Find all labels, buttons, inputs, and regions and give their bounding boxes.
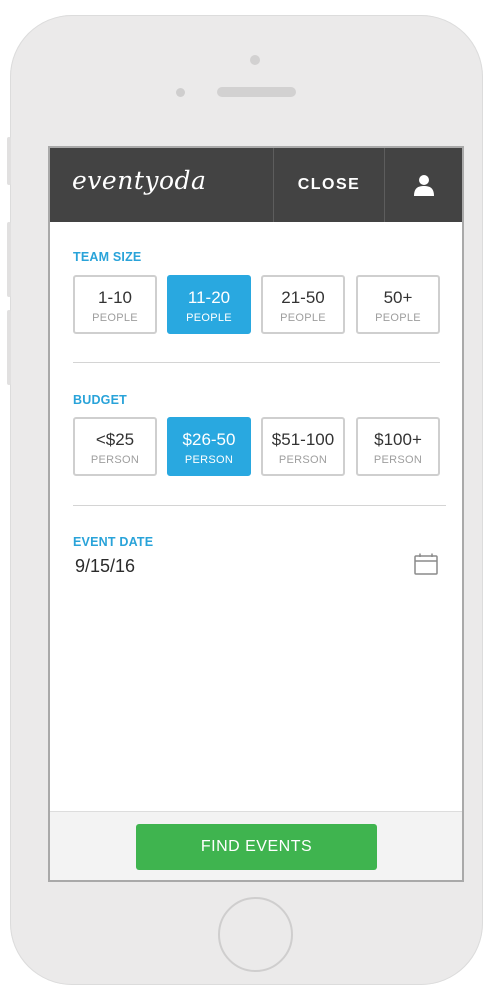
option-value: 1-10	[97, 288, 133, 307]
option-value: 11-20	[187, 288, 231, 307]
volume-down-button	[7, 310, 11, 385]
event-date-field[interactable]: 9/15/16	[75, 556, 135, 577]
event-date-label: EVENT DATE	[73, 535, 154, 549]
front-camera	[250, 55, 260, 65]
calendar-icon	[414, 553, 438, 575]
earpiece-speaker	[217, 87, 296, 97]
option-unit: PEOPLE	[375, 312, 421, 324]
option-unit: PEOPLE	[92, 312, 138, 324]
option-value: $26-50	[182, 430, 236, 449]
app-logo: eventyoda	[72, 166, 207, 195]
option-value: 21-50	[281, 288, 325, 307]
option-unit: PERSON	[278, 454, 328, 466]
budget-option-under-25[interactable]: <$25 PERSON	[73, 417, 157, 476]
close-button[interactable]: CLOSE	[273, 148, 385, 222]
phone-frame: eventyoda CLOSE TEAM SIZE 1-10 PEOPLE 11…	[10, 15, 483, 985]
option-value: $51-100	[271, 430, 335, 449]
option-unit: PEOPLE	[280, 312, 326, 324]
budget-label: BUDGET	[73, 393, 127, 407]
option-value: $100+	[374, 430, 422, 449]
option-unit: PERSON	[184, 454, 234, 466]
option-unit: PERSON	[90, 454, 140, 466]
divider	[73, 362, 440, 363]
proximity-sensor	[176, 88, 185, 97]
team-size-option-50-plus[interactable]: 50+ PEOPLE	[356, 275, 440, 334]
team-size-label: TEAM SIZE	[73, 250, 142, 264]
option-value: <$25	[95, 430, 135, 449]
team-size-option-1-10[interactable]: 1-10 PEOPLE	[73, 275, 157, 334]
calendar-button[interactable]	[414, 553, 438, 580]
budget-option-100-plus[interactable]: $100+ PERSON	[356, 417, 440, 476]
option-value: 50+	[383, 288, 413, 307]
footer-bar: FIND EVENTS	[50, 811, 462, 880]
user-profile-button[interactable]	[385, 148, 462, 222]
option-unit: PEOPLE	[186, 312, 232, 324]
option-unit: PERSON	[373, 454, 423, 466]
app-screen: eventyoda CLOSE TEAM SIZE 1-10 PEOPLE 11…	[48, 146, 464, 882]
budget-option-51-100[interactable]: $51-100 PERSON	[261, 417, 345, 476]
team-size-option-21-50[interactable]: 21-50 PEOPLE	[261, 275, 345, 334]
budget-option-26-50[interactable]: $26-50 PERSON	[167, 417, 251, 476]
divider	[73, 505, 446, 506]
home-button[interactable]	[218, 897, 293, 972]
user-icon	[413, 175, 434, 196]
mute-switch	[7, 137, 11, 185]
team-size-option-11-20[interactable]: 11-20 PEOPLE	[167, 275, 251, 334]
top-bar: eventyoda CLOSE	[50, 148, 462, 222]
find-events-button[interactable]: FIND EVENTS	[136, 824, 377, 870]
volume-up-button	[7, 222, 11, 297]
